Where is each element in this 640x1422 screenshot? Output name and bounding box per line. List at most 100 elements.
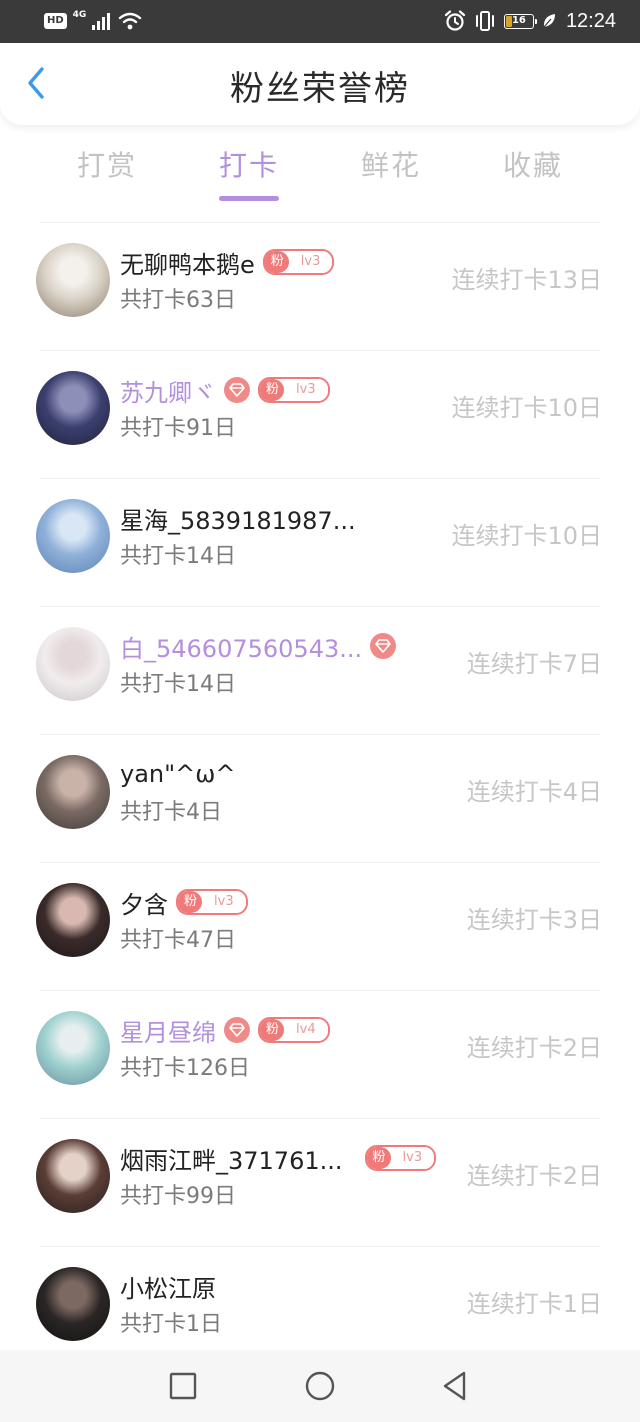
square-icon bbox=[169, 1372, 197, 1400]
page-title: 粉丝荣誉榜 bbox=[230, 69, 410, 109]
total-checkin-days: 共打卡1日 bbox=[120, 1312, 222, 1337]
status-bar-right: 16 12:24 bbox=[444, 9, 616, 33]
user-name: 小松江原 bbox=[120, 1274, 216, 1303]
avatar[interactable] bbox=[36, 1267, 110, 1341]
fan-badge-label: 粉 bbox=[260, 1019, 285, 1041]
name-line: 星月昼绵 粉 lv4 bbox=[120, 1013, 330, 1047]
tab-bar: 打赏 打卡 鲜花 收藏 bbox=[36, 138, 604, 204]
checkin-streak: 连续打卡13日 bbox=[451, 266, 602, 294]
user-name: 白_546607560543... bbox=[120, 634, 363, 663]
diamond-icon bbox=[224, 377, 250, 403]
avatar[interactable] bbox=[36, 755, 110, 829]
name-line: 无聊鸭本鹅e 粉 lv3 bbox=[120, 245, 335, 279]
checkin-streak: 连续打卡7日 bbox=[466, 650, 602, 678]
fan-badge: 粉 lv3 bbox=[364, 1145, 437, 1171]
tab-label: 鲜花 bbox=[360, 149, 421, 182]
fan-badge: 粉 lv4 bbox=[258, 1017, 330, 1043]
name-line: 烟雨江畔_371761... 粉 lv3 bbox=[120, 1141, 437, 1175]
list-item[interactable]: 星月昼绵 粉 lv4 共打卡126日 连续打卡2日 bbox=[0, 991, 640, 1119]
total-checkin-days: 共打卡47日 bbox=[120, 928, 236, 953]
fan-badge-label: 粉 bbox=[178, 891, 203, 913]
recent-apps-button[interactable] bbox=[165, 1368, 201, 1404]
tab-label: 打卡 bbox=[218, 149, 279, 182]
diamond-icon bbox=[224, 1017, 250, 1043]
checkin-streak: 连续打卡2日 bbox=[466, 1162, 602, 1190]
fan-badge-label: 粉 bbox=[260, 379, 285, 401]
fan-badge-label: 粉 bbox=[366, 1147, 391, 1169]
total-checkin-days: 共打卡4日 bbox=[120, 800, 222, 825]
clock: 12:24 bbox=[565, 9, 616, 32]
fan-badge-level: lv3 bbox=[202, 891, 246, 913]
battery-level: 16 bbox=[511, 14, 526, 26]
tab-reward[interactable]: 打赏 bbox=[36, 138, 178, 204]
leaf-icon bbox=[543, 14, 555, 28]
checkin-streak: 连续打卡10日 bbox=[451, 394, 602, 422]
back-nav-button[interactable] bbox=[437, 1368, 473, 1404]
name-line: 白_546607560543... bbox=[120, 629, 397, 663]
name-line: yan"^ω^ bbox=[120, 757, 235, 791]
list-item[interactable]: 白_546607560543... 共打卡14日 连续打卡7日 bbox=[0, 607, 640, 735]
total-checkin-days: 共打卡14日 bbox=[120, 672, 236, 697]
tab-label: 收藏 bbox=[502, 149, 563, 182]
fan-badge: 粉 lv3 bbox=[258, 377, 330, 403]
avatar[interactable] bbox=[36, 499, 110, 573]
fan-badge-level: lv4 bbox=[284, 1019, 328, 1041]
tab-label: 打赏 bbox=[76, 149, 137, 182]
tab-active-indicator bbox=[219, 196, 279, 201]
list-item[interactable]: 星海_5839181987... 共打卡14日 连续打卡10日 bbox=[0, 479, 640, 607]
total-checkin-days: 共打卡63日 bbox=[120, 288, 236, 313]
checkin-streak: 连续打卡1日 bbox=[466, 1290, 602, 1318]
fan-badge: 粉 lv3 bbox=[262, 249, 335, 275]
list-item[interactable]: 无聊鸭本鹅e 粉 lv3 共打卡63日 连续打卡13日 bbox=[0, 223, 640, 351]
fan-badge-level: lv3 bbox=[288, 251, 333, 273]
name-line: 夕含 粉 lv3 bbox=[120, 885, 248, 919]
name-line: 星海_5839181987... bbox=[120, 501, 356, 535]
list-item[interactable]: 夕含 粉 lv3 共打卡47日 连续打卡3日 bbox=[0, 863, 640, 991]
checkin-streak: 连续打卡3日 bbox=[466, 906, 602, 934]
checkin-streak: 连续打卡4日 bbox=[466, 778, 602, 806]
status-bar: HD 4G 16 12:24 bbox=[0, 0, 640, 43]
list-item[interactable]: 苏九卿ヾ 粉 lv3 共打卡91日 连续打卡10日 bbox=[0, 351, 640, 479]
total-checkin-days: 共打卡91日 bbox=[120, 416, 236, 441]
fan-badge-level: lv3 bbox=[284, 379, 328, 401]
status-bar-left: HD 4G bbox=[44, 10, 142, 32]
triangle-back-icon bbox=[443, 1371, 466, 1401]
home-button[interactable] bbox=[302, 1368, 338, 1404]
total-checkin-days: 共打卡126日 bbox=[120, 1056, 250, 1081]
avatar[interactable] bbox=[36, 243, 110, 317]
user-name: 星月昼绵 bbox=[120, 1018, 216, 1047]
circle-icon bbox=[305, 1371, 335, 1401]
avatar[interactable] bbox=[36, 1011, 110, 1085]
user-name: 无聊鸭本鹅e bbox=[120, 250, 255, 279]
system-nav-bar bbox=[0, 1350, 640, 1422]
avatar[interactable] bbox=[36, 1139, 110, 1213]
list-item[interactable]: 烟雨江畔_371761... 粉 lv3 共打卡99日 连续打卡2日 bbox=[0, 1119, 640, 1247]
signal-icon bbox=[92, 13, 111, 30]
user-name: 烟雨江畔_371761... bbox=[120, 1146, 343, 1175]
total-checkin-days: 共打卡14日 bbox=[120, 544, 236, 569]
battery-icon: 16 bbox=[503, 13, 537, 29]
fan-badge-label: 粉 bbox=[264, 251, 289, 273]
wifi-icon bbox=[119, 12, 142, 30]
diamond-icon bbox=[370, 633, 397, 659]
fan-badge-level: lv3 bbox=[390, 1147, 435, 1169]
checkin-streak: 连续打卡2日 bbox=[466, 1034, 602, 1062]
tab-checkin[interactable]: 打卡 bbox=[178, 138, 320, 204]
alarm-icon bbox=[444, 10, 466, 31]
tab-favorites[interactable]: 收藏 bbox=[462, 138, 604, 204]
checkin-streak: 连续打卡10日 bbox=[451, 522, 602, 550]
hd-badge: HD bbox=[44, 13, 67, 29]
avatar[interactable] bbox=[36, 627, 110, 701]
avatar[interactable] bbox=[36, 883, 110, 957]
tab-flowers[interactable]: 鲜花 bbox=[320, 138, 462, 204]
name-line: 小松江原 bbox=[120, 1269, 216, 1303]
fan-list: 无聊鸭本鹅e 粉 lv3 共打卡63日 连续打卡13日 苏九卿ヾ 粉 lv3 共打卡… bbox=[0, 223, 640, 1375]
user-name: yan"^ω^ bbox=[120, 760, 236, 788]
list-item[interactable]: yan"^ω^ 共打卡4日 连续打卡4日 bbox=[0, 735, 640, 863]
network-type: 4G bbox=[72, 10, 87, 20]
user-name: 苏九卿ヾ bbox=[120, 378, 216, 407]
avatar[interactable] bbox=[36, 371, 110, 445]
name-line: 苏九卿ヾ 粉 lv3 bbox=[120, 373, 330, 407]
user-name: 夕含 bbox=[120, 890, 168, 919]
vibrate-icon bbox=[475, 11, 494, 31]
